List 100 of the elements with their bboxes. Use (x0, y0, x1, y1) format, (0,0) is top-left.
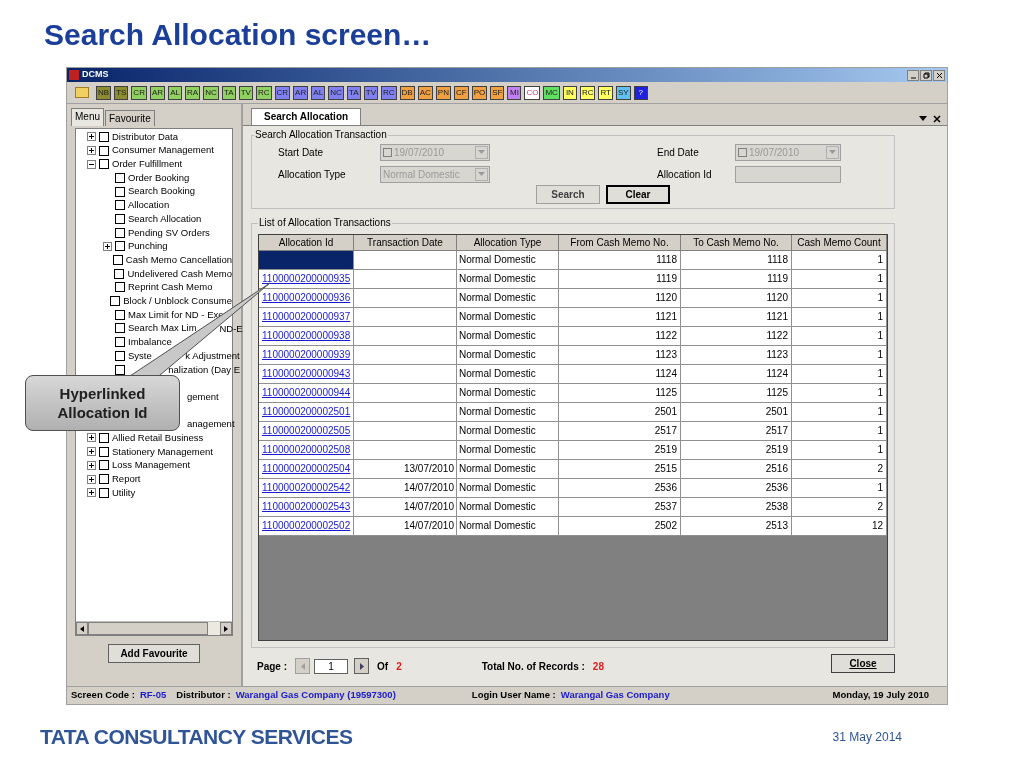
panel-tab[interactable]: Menu (71, 108, 104, 126)
checkbox[interactable] (115, 309, 125, 320)
tree-item[interactable]: Order Booking (128, 170, 190, 186)
page-field[interactable]: 1 (314, 658, 348, 674)
allocation-id-link[interactable]: 1100000200002502 (262, 520, 351, 531)
tree-item[interactable]: Stationery Management (112, 444, 213, 459)
collapse-icon[interactable] (86, 159, 96, 169)
toolbar-button[interactable]: TA (221, 85, 236, 100)
toolbar-button[interactable]: CF (453, 85, 469, 100)
toolbar-button[interactable]: TA (346, 85, 361, 100)
allocation-id-link[interactable]: 1100000200002505 (262, 425, 351, 436)
checkbox[interactable] (115, 323, 125, 334)
checkbox[interactable] (115, 186, 125, 197)
toolbar-button[interactable]: PO (471, 85, 488, 100)
scroll-thumb[interactable] (88, 622, 208, 635)
checkbox[interactable] (115, 213, 125, 224)
allocation-id-link[interactable]: 1100000200002508 (262, 444, 351, 455)
checkbox[interactable] (99, 432, 109, 443)
toolbar-button[interactable]: CR (131, 85, 147, 100)
close-icon[interactable] (933, 115, 941, 123)
table-cell[interactable] (259, 251, 354, 270)
allocation-id-link[interactable]: 1100000200000936 (262, 292, 351, 303)
tree-item[interactable]: gement (187, 390, 219, 404)
allocation-id-link[interactable]: 1100000200000938 (262, 330, 351, 341)
toolbar-button[interactable]: AL (168, 85, 183, 100)
tree-item[interactable]: k Adjustment (185, 349, 240, 363)
panel-tab[interactable]: Favourite (105, 110, 155, 126)
tree-item[interactable]: Punching (128, 239, 168, 254)
tree-item[interactable]: Search Max Lim (128, 321, 197, 336)
expand-icon[interactable] (86, 132, 96, 142)
toolbar-button[interactable]: AR (293, 85, 309, 100)
expand-icon[interactable] (86, 433, 96, 443)
toolbar-button[interactable]: RT (598, 85, 613, 100)
add-favourite-button[interactable]: Add Favourite (108, 644, 200, 663)
toolbar-button[interactable]: NC (203, 85, 219, 100)
dropdown-icon[interactable] (919, 116, 927, 121)
checkbox[interactable] (115, 337, 125, 348)
tree-item[interactable]: Utility (112, 485, 136, 500)
checkbox[interactable] (114, 268, 125, 279)
tree-item[interactable]: Allocation (128, 198, 170, 213)
expand-icon[interactable] (86, 460, 96, 470)
horizontal-scrollbar[interactable] (76, 621, 232, 635)
tree-item[interactable]: Syste (128, 348, 152, 363)
tree-item[interactable]: Search Booking (128, 184, 196, 199)
tree-item[interactable]: Order Fulfillment (112, 157, 183, 172)
toolbar-button[interactable]: RC (255, 85, 272, 100)
tree-item[interactable]: Pending SV Orders (128, 225, 210, 240)
toolbar-button[interactable]: MI (507, 85, 522, 100)
tree-item[interactable]: Undelivered Cash Memo (127, 266, 232, 281)
checkbox[interactable] (115, 200, 125, 211)
checkbox[interactable] (115, 282, 125, 293)
toolbar-button[interactable]: AL (311, 85, 326, 100)
toolbar-button[interactable]: RA (185, 85, 201, 100)
expand-icon[interactable] (86, 488, 96, 498)
document-tab[interactable]: Search Allocation (251, 108, 362, 125)
scroll-left-icon[interactable] (76, 622, 88, 635)
checkbox[interactable] (110, 296, 121, 307)
toolbar-button[interactable]: DB (399, 85, 415, 100)
toolbar-button[interactable]: TS (114, 85, 129, 100)
toolbar-button[interactable]: RC (381, 85, 397, 100)
checkbox[interactable] (115, 350, 125, 361)
close-icon[interactable] (933, 69, 945, 81)
tree-item[interactable]: Imbalance (128, 335, 172, 350)
tree-item[interactable]: Allied Retail Business (112, 430, 204, 446)
toolbar-button[interactable]: NC (328, 85, 344, 100)
toolbar-button[interactable]: CR (274, 85, 291, 100)
allocation-id-link[interactable]: 1100000200002501 (262, 406, 351, 417)
checkbox[interactable] (115, 227, 125, 238)
toolbar-button[interactable]: TV (238, 85, 253, 100)
toolbar-button[interactable]: IN (562, 85, 577, 100)
checkbox[interactable] (99, 474, 109, 485)
allocation-id-link[interactable]: 1100000200002504 (262, 463, 351, 474)
restore-icon[interactable] (920, 69, 932, 81)
allocation-id-link[interactable]: 1100000200000939 (262, 349, 351, 360)
tree-item[interactable]: nalization (Day E (168, 362, 241, 377)
toolbar-button[interactable]: SY (615, 85, 631, 100)
expand-icon[interactable] (86, 146, 96, 156)
checkbox[interactable] (115, 364, 125, 375)
allocation-id-link[interactable]: 1100000200002542 (262, 482, 351, 493)
toolbar-button[interactable]: ? (633, 85, 648, 100)
minimize-icon[interactable] (907, 69, 919, 81)
tree-item[interactable]: Consumer Management (112, 143, 214, 158)
scroll-right-icon[interactable] (220, 622, 232, 635)
tree-item[interactable]: Cash Memo Cancellation (125, 252, 232, 268)
checkbox[interactable] (99, 131, 109, 142)
allocation-id-link[interactable]: 1100000200000943 (262, 368, 351, 379)
checkbox[interactable] (99, 460, 109, 471)
toolbar-button[interactable]: AR (149, 85, 166, 100)
toolbar-button[interactable]: RC (579, 85, 596, 100)
tree-item[interactable]: Search Allocation (128, 211, 202, 227)
expand-icon[interactable] (86, 447, 96, 457)
tree-item[interactable]: ND-E (219, 321, 243, 336)
tree-item[interactable]: Report (112, 471, 141, 487)
checkbox[interactable] (99, 159, 109, 170)
checkbox[interactable] (112, 255, 123, 266)
expand-icon[interactable] (86, 474, 96, 484)
toolbar-button[interactable]: SF (490, 85, 505, 100)
toolbar-button[interactable]: MC (543, 85, 560, 100)
allocation-id-link[interactable]: 1100000200000935 (262, 273, 351, 284)
next-page-icon[interactable] (354, 658, 369, 674)
